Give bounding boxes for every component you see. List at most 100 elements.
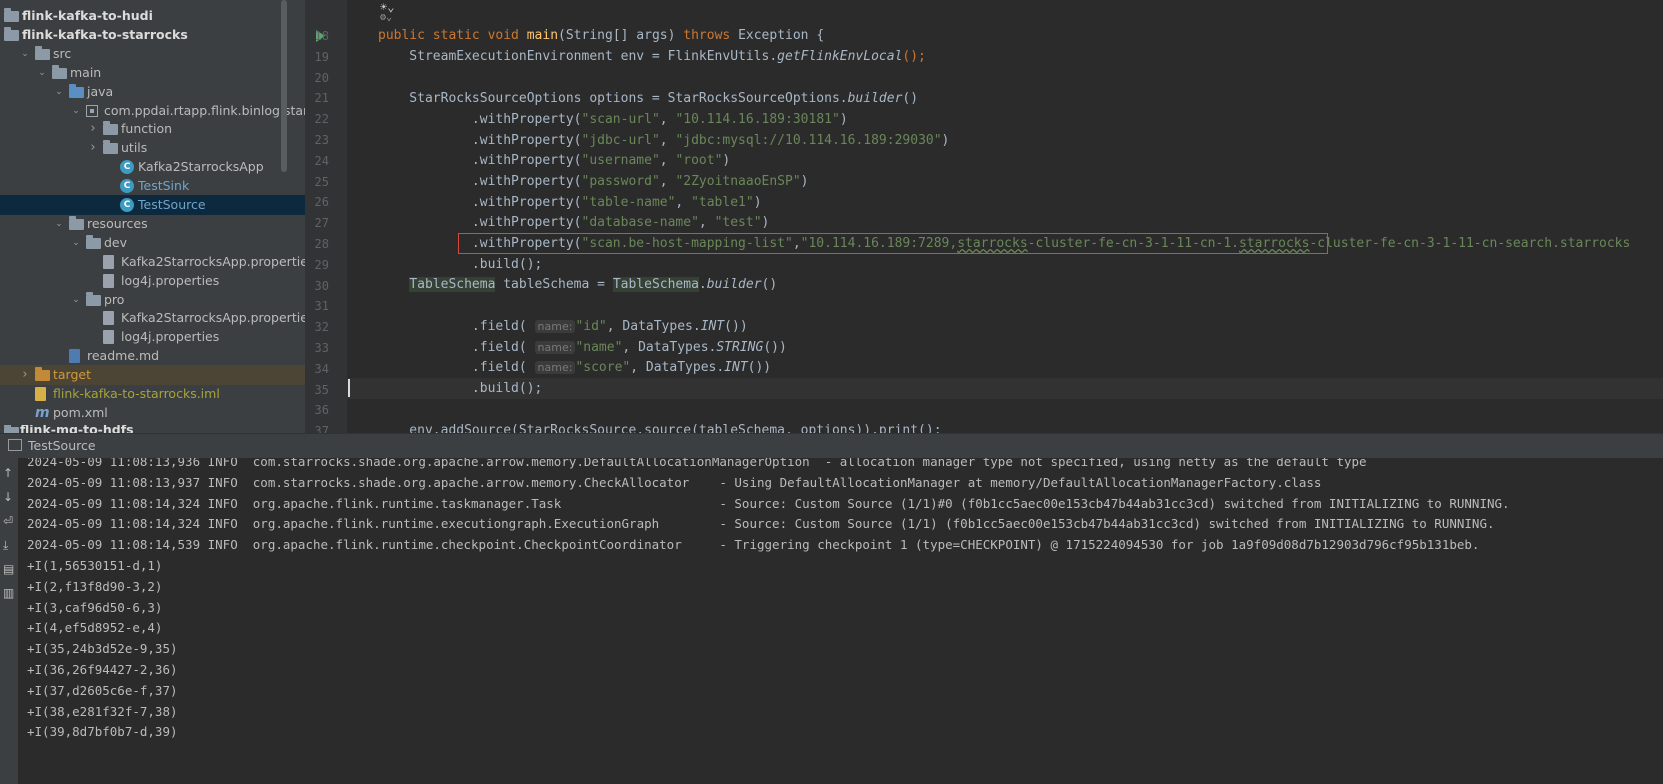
line-number: 33 <box>314 341 329 355</box>
tree-item[interactable]: ⌄ java <box>0 82 305 102</box>
soft-wrap-icon[interactable]: ⏎ <box>3 514 13 528</box>
folder-icon <box>86 291 101 306</box>
tree-item-label: TestSource <box>138 197 206 212</box>
console-line: +I(1,56530151-d,1) <box>27 558 163 573</box>
folder-icon <box>35 45 50 60</box>
code-line-29: .build(); <box>378 257 543 272</box>
code-line-30: TableSchema tableSchema = TableSchema.bu… <box>409 277 778 292</box>
tree-item-label: flink-kafka-to-starrocks.iml <box>53 386 220 401</box>
tree-item[interactable]: ⌄ main <box>0 63 305 83</box>
code-line-24: .withProperty("username", "root") <box>378 153 731 168</box>
console-line: +I(38,e281f32f-7,38) <box>27 703 178 719</box>
tree-item[interactable]: C TestSink <box>0 176 305 196</box>
tree-item-label: Kafka2StarrocksApp.properties <box>121 253 305 269</box>
line-number: 24 <box>314 153 329 168</box>
tree-item[interactable]: readme.md <box>0 346 305 366</box>
chevron-down-icon[interactable]: ⌄ <box>53 214 65 234</box>
arrow-up-icon[interactable]: ↑ <box>3 466 13 480</box>
module-folder-icon <box>4 8 19 22</box>
line-number: 21 <box>314 91 329 106</box>
chevron-down-icon[interactable]: ⌄ <box>53 82 65 102</box>
code-line-21: StarRocksSourceOptions options = StarRoc… <box>378 91 919 106</box>
code-line-37: env.addSource(StarRocksSource.source(tab… <box>378 423 942 433</box>
code-line-31: .field( name: "id", DataTypes.INT()) <box>378 319 748 334</box>
tree-item[interactable]: ⌄flink-kafka-to-starrocks <box>0 25 305 45</box>
tree-item[interactable]: › utils <box>0 138 305 158</box>
tree-item[interactable]: log4j.properties <box>0 271 305 291</box>
trash-icon[interactable]: ▥ <box>3 586 14 600</box>
print-icon[interactable]: ▤ <box>3 562 14 576</box>
run-side-toolbar: ↑ ↓ ⏎ ⤓ ▤ ▥ <box>0 458 18 784</box>
tree-item-label: target <box>53 367 92 383</box>
arrow-down-icon[interactable]: ↓ <box>3 490 13 504</box>
line-number: 29 <box>314 257 329 272</box>
tree-item-label: com.ppdai.rtapp.flink.binlog.starrocks <box>104 102 305 118</box>
tree-item[interactable]: flink-kafka-to-hudi <box>0 6 305 26</box>
chevron-right-icon[interactable]: › <box>87 119 99 139</box>
tree-item-label: log4j.properties <box>121 329 220 345</box>
tree-item-label: resources <box>87 215 148 231</box>
tree-item[interactable]: C TestSource <box>0 195 305 215</box>
run-tab-label: TestSource <box>28 438 96 453</box>
console-line: +I(39,8d7bf0b7-d,39) <box>27 724 178 740</box>
scroll-to-end-icon[interactable]: ⤓ <box>3 538 8 553</box>
tree-item[interactable]: Kafka2StarrocksApp.properties <box>0 308 305 328</box>
line-number: 32 <box>314 320 329 335</box>
class-icon: C <box>120 179 134 194</box>
tree-item[interactable]: flink-kafka-to-starrocks.iml <box>0 384 305 404</box>
run-tool-window-header: TestSource <box>0 433 1663 459</box>
excluded-folder-icon <box>35 367 50 382</box>
tree-item[interactable]: Kafka2StarrocksApp.properties <box>0 252 305 272</box>
tree-item[interactable]: ⌄ com.ppdai.rtapp.flink.binlog.starrocks <box>0 101 305 121</box>
console-line: 2024-05-09 11:08:14,324 INFO org.apache.… <box>27 495 1510 511</box>
chevron-right-icon[interactable]: › <box>19 365 31 385</box>
code-line-25: .withProperty("password", "2ZyoitnaaoEnS… <box>378 174 809 189</box>
line-number: 26 <box>314 195 329 210</box>
chevron-right-icon[interactable]: › <box>87 138 99 158</box>
module-folder-icon <box>4 26 19 41</box>
line-number: 28 <box>314 237 329 251</box>
tree-item[interactable]: ⌄ pro <box>0 290 305 310</box>
tree-item[interactable]: › target <box>0 365 305 386</box>
console-line: 2024-05-09 11:08:13,936 INFO com.starroc… <box>27 458 1367 469</box>
chevron-down-icon[interactable]: ⌄ <box>36 63 48 83</box>
tree-item-label: utils <box>121 140 148 156</box>
code-line-34: .build(); <box>378 381 543 396</box>
tree-item-label: pom.xml <box>53 404 108 420</box>
tree-item-label: flink-kafka-to-starrocks <box>22 26 188 42</box>
tree-item[interactable]: ⌄ dev <box>0 233 305 253</box>
tree-item[interactable]: m pom.xml <box>0 403 305 423</box>
project-tree-scrollbar[interactable] <box>281 0 287 172</box>
run-tab-testsource[interactable]: TestSource <box>8 438 96 453</box>
code-line-18: public static void main(String[] args) t… <box>378 28 825 43</box>
tree-item[interactable]: › function <box>0 119 305 139</box>
chevron-down-icon[interactable]: ⌄ <box>19 44 31 64</box>
console-output[interactable]: 2024-05-09 11:08:13,936 INFO com.starroc… <box>18 458 1663 784</box>
line-number: 20 <box>314 70 329 85</box>
code-line-27: .withProperty("database-name", "test") <box>378 215 770 230</box>
console-line: 2024-05-09 11:08:14,324 INFO org.apache.… <box>27 516 1495 532</box>
tree-item[interactable]: C Kafka2StarrocksApp <box>0 157 305 177</box>
chevron-down-icon[interactable]: ⌄ <box>70 290 82 310</box>
tree-item[interactable]: ⌄ resources <box>0 214 305 234</box>
code-line-19: StreamExecutionEnvironment env = FlinkEn… <box>378 49 926 64</box>
chevron-down-icon[interactable]: ⌄ <box>70 101 82 121</box>
text-caret <box>348 379 350 397</box>
console-line: +I(4,ef5d8952-e,4) <box>27 620 163 636</box>
tree-item[interactable]: ⌄ src <box>0 44 305 64</box>
console-line: 2024-05-09 11:08:13,937 INFO com.starroc… <box>27 474 1322 490</box>
line-number: 30 <box>314 278 329 293</box>
tree-item-label: src <box>53 45 72 61</box>
intention-icon[interactable]: ⚙⌄ <box>380 12 392 23</box>
tree-item-label: main <box>70 64 102 80</box>
chevron-down-icon[interactable]: ⌄ <box>70 233 82 253</box>
console-line: +I(36,26f94427-2,36) <box>27 662 178 677</box>
properties-file-icon <box>103 254 114 269</box>
param-hint: name: <box>534 341 576 354</box>
line-number: 34 <box>314 361 329 376</box>
code-editor[interactable]: ☀⌄ ⚙⌄ public static void main(String[] a… <box>347 0 1663 433</box>
tree-item-label: dev <box>104 234 128 250</box>
tree-item[interactable]: log4j.properties <box>0 327 305 347</box>
console-icon <box>8 439 22 451</box>
console-line: +I(3,caf96d50-6,3) <box>27 599 163 615</box>
